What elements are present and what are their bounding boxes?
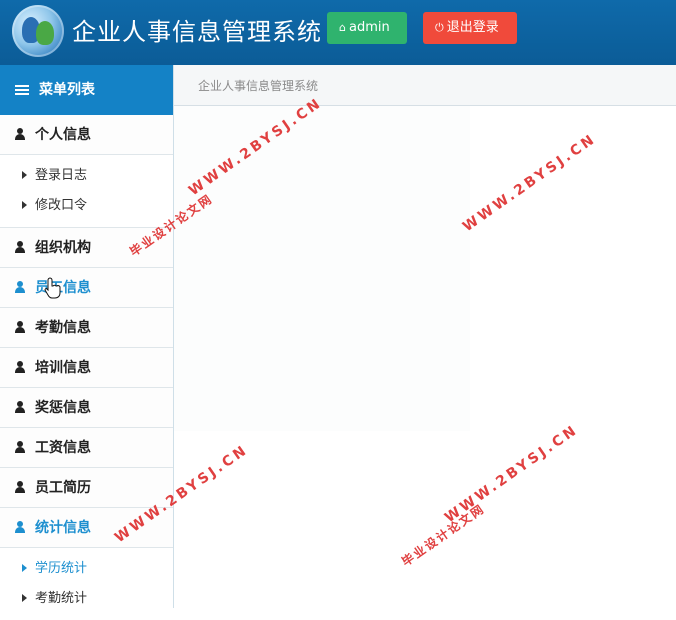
sidebar-item-resume[interactable]: 员工简历: [0, 468, 173, 508]
breadcrumb-bar: 企业人事信息管理系统: [174, 65, 676, 106]
sidebar-item-attendance[interactable]: 考勤信息: [0, 308, 173, 348]
user-icon: [15, 361, 25, 373]
power-icon: ⏻: [435, 21, 444, 34]
list-icon: [15, 83, 29, 97]
caret-right-icon: [22, 171, 27, 179]
statistics-submenu: 学历统计 考勤统计: [0, 548, 173, 620]
user-icon: [15, 281, 25, 293]
user-icon: [15, 321, 25, 333]
hand-cursor-icon: [44, 277, 61, 299]
app-title: 企业人事信息管理系统: [72, 18, 322, 46]
logout-button[interactable]: ⏻ 退出登录: [423, 12, 517, 44]
sidebar-subitem-login-log[interactable]: 登录日志: [0, 161, 173, 191]
app-header: 企业人事信息管理系统 ⌂ admin ⏻ 退出登录: [0, 0, 676, 65]
sidebar-subitem-attendance-stats[interactable]: 考勤统计: [0, 584, 173, 614]
user-icon: [15, 441, 25, 453]
content-panel: [174, 106, 470, 431]
sidebar-item-personal-info[interactable]: 个人信息: [0, 115, 173, 155]
sidebar-item-rewards[interactable]: 奖惩信息: [0, 388, 173, 428]
breadcrumb: 企业人事信息管理系统: [198, 79, 319, 93]
main-content: [174, 106, 676, 608]
user-icon: [15, 481, 25, 493]
user-icon: [15, 401, 25, 413]
menu-title: 菜单列表: [0, 65, 173, 115]
personal-info-submenu: 登录日志 修改口令: [0, 155, 173, 228]
user-icon: [15, 521, 25, 533]
logout-label: 退出登录: [446, 20, 499, 35]
admin-button[interactable]: ⌂ admin: [327, 12, 407, 44]
caret-right-icon: [22, 594, 27, 602]
user-icon: [15, 128, 25, 140]
admin-label: admin: [348, 20, 390, 35]
app-logo: [12, 5, 64, 57]
sidebar-item-salary[interactable]: 工资信息: [0, 428, 173, 468]
sidebar-subitem-change-password[interactable]: 修改口令: [0, 191, 173, 221]
sidebar-item-training[interactable]: 培训信息: [0, 348, 173, 388]
caret-right-icon: [22, 564, 27, 572]
home-icon: ⌂: [339, 21, 346, 34]
sidebar-item-employee-info[interactable]: 员工信息: [0, 268, 173, 308]
user-icon: [15, 241, 25, 253]
caret-right-icon: [22, 201, 27, 209]
sidebar-subitem-education-stats[interactable]: 学历统计: [0, 554, 173, 584]
